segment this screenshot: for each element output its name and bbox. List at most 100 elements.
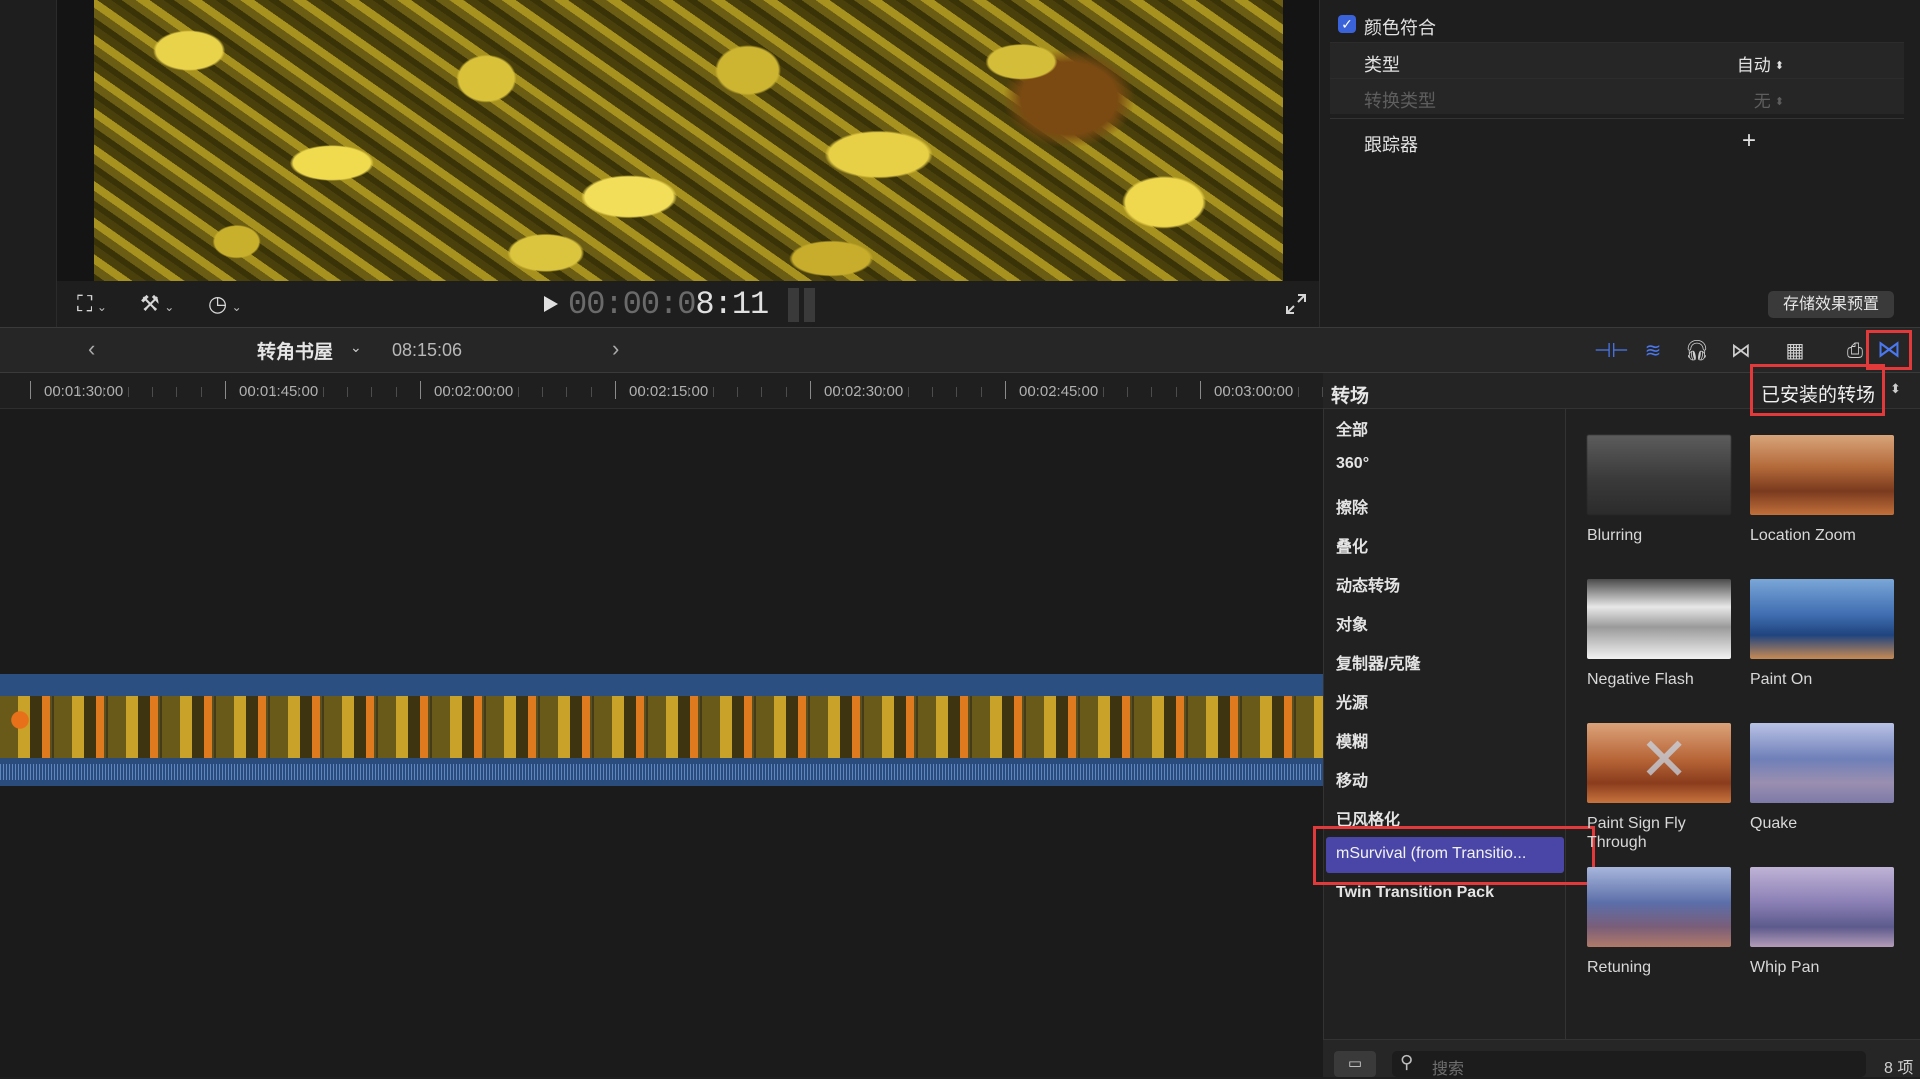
type-value: 自动 bbox=[1736, 56, 1771, 75]
ruler-minor-tick bbox=[517, 387, 519, 397]
clip-appearance-icon[interactable]: ⊣⊢ bbox=[1594, 337, 1629, 365]
audio-waveform-icon[interactable]: ≋ bbox=[1638, 337, 1668, 365]
color-conform-row[interactable]: ✓ 颜色符合 bbox=[1330, 6, 1904, 42]
ruler-major-tick bbox=[810, 381, 811, 399]
video-clip-filmstrip[interactable] bbox=[0, 696, 1323, 758]
snapping-icon[interactable]: ⋈ bbox=[1726, 337, 1756, 365]
ruler-label: 00:02:45:00 bbox=[1019, 383, 1099, 400]
ruler-minor-tick bbox=[1175, 387, 1177, 397]
timeline-forward-button[interactable]: › bbox=[612, 336, 619, 362]
bowtie-icon: ⋈ bbox=[1877, 336, 1901, 363]
category-item[interactable]: Twin Transition Pack bbox=[1336, 884, 1494, 902]
category-item[interactable]: 全部 bbox=[1336, 416, 1368, 440]
expand-icon bbox=[1286, 294, 1306, 314]
add-tracker-button[interactable]: + bbox=[1742, 127, 1756, 155]
ruler-minor-tick bbox=[346, 387, 348, 397]
ruler-label: 00:01:45:00 bbox=[239, 383, 319, 400]
effects-browser-icon[interactable]: ▦ bbox=[1780, 337, 1810, 365]
ruler-minor-tick bbox=[1297, 387, 1299, 397]
timecode-display[interactable]: 00:00:08:11 bbox=[568, 284, 769, 326]
category-item[interactable]: 叠化 bbox=[1336, 533, 1368, 557]
transition-thumbnail-whip-pan[interactable] bbox=[1750, 867, 1894, 947]
transition-label: Paint Sign Fly Through bbox=[1587, 815, 1686, 851]
ruler-major-tick bbox=[615, 381, 616, 399]
type-row: 类型 自动 ⬍ bbox=[1330, 42, 1904, 78]
color-conform-label: 颜色符合 bbox=[1364, 18, 1436, 38]
play-button[interactable] bbox=[541, 293, 561, 315]
transition-thumbnail-blurring[interactable] bbox=[1587, 435, 1731, 515]
category-item[interactable]: 360° bbox=[1336, 455, 1369, 473]
ruler-minor-tick bbox=[566, 387, 568, 397]
ruler-minor-tick bbox=[1126, 387, 1128, 397]
transition-label: Paint On bbox=[1750, 671, 1813, 688]
ruler-major-tick bbox=[420, 381, 421, 399]
transition-label: Location Zoom bbox=[1750, 527, 1856, 544]
conversion-type-value: 无 bbox=[1753, 92, 1771, 111]
category-item[interactable]: 复制器/克隆 bbox=[1336, 650, 1420, 674]
timecode-bright: 8:11 bbox=[695, 286, 769, 323]
ruler-minor-tick bbox=[956, 387, 958, 397]
chevron-down-icon[interactable]: ⌄ bbox=[350, 339, 362, 356]
retime-tool[interactable]: ◷ ⌄ bbox=[208, 281, 242, 330]
chevron-down-icon: ⌄ bbox=[164, 300, 175, 314]
ruler-major-tick bbox=[225, 381, 226, 399]
clip-audio-waveform[interactable] bbox=[0, 758, 1323, 786]
enhance-tool[interactable]: ⚒ ⌄ bbox=[140, 281, 174, 330]
ruler-minor-tick bbox=[712, 387, 714, 397]
type-popup[interactable]: 自动 ⬍ bbox=[1737, 51, 1784, 76]
ruler-minor-tick bbox=[1102, 387, 1104, 397]
sidebar-toggle-button[interactable]: ▭ bbox=[1334, 1051, 1376, 1077]
transition-thumbnail-negative-flash[interactable] bbox=[1587, 579, 1731, 659]
transition-label: Whip Pan bbox=[1750, 959, 1820, 976]
video-frame bbox=[94, 0, 1283, 281]
color-conform-checkbox[interactable]: ✓ bbox=[1338, 15, 1356, 33]
stepper-icon[interactable]: ⬍ bbox=[1890, 381, 1901, 397]
transition-thumbnail-paint-sign-fly-through[interactable]: ✕ bbox=[1587, 723, 1731, 803]
transition-label: Retuning bbox=[1587, 959, 1652, 976]
timeline-ruler[interactable]: 00:01:30:00 00:01:45:00 00:02:00:00 00:0… bbox=[0, 373, 1323, 409]
timeline-back-button[interactable]: ‹ bbox=[88, 336, 95, 362]
audio-meter bbox=[788, 288, 820, 322]
ruler-label: 00:01:30:00 bbox=[44, 383, 124, 400]
category-item[interactable]: 擦除 bbox=[1336, 494, 1368, 518]
ruler-minor-tick bbox=[395, 387, 397, 397]
installed-transitions-label[interactable]: 已安装的转场 bbox=[1761, 380, 1875, 407]
category-item[interactable]: 移动 bbox=[1336, 767, 1368, 791]
transition-thumbnail-quake[interactable] bbox=[1750, 723, 1894, 803]
ruler-minor-tick bbox=[200, 387, 202, 397]
ruler-minor-tick bbox=[322, 387, 324, 397]
category-item[interactable]: 光源 bbox=[1336, 689, 1368, 713]
transition-thumbnail-retuning[interactable] bbox=[1587, 867, 1731, 947]
save-effects-preset-button[interactable]: 存储效果预置 bbox=[1768, 291, 1894, 318]
fullscreen-button[interactable] bbox=[1284, 292, 1308, 316]
project-name[interactable]: 转角书屋 bbox=[257, 337, 333, 364]
ruler-minor-tick bbox=[127, 387, 129, 397]
category-item[interactable]: 模糊 bbox=[1336, 728, 1368, 752]
transition-thumbnail-paint-on[interactable] bbox=[1750, 579, 1894, 659]
project-duration: 08:15:06 bbox=[392, 340, 463, 360]
speed-icon: ◷ bbox=[208, 291, 228, 316]
ruler-minor-tick bbox=[761, 387, 763, 397]
ruler-minor-tick bbox=[1151, 387, 1153, 397]
ruler-minor-tick bbox=[590, 387, 592, 397]
category-item[interactable]: 动态转场 bbox=[1336, 572, 1400, 596]
ruler-major-tick bbox=[30, 381, 31, 399]
sidebar-icon: ▭ bbox=[1347, 1055, 1363, 1072]
magic-wand-icon: ⚒ bbox=[140, 291, 160, 316]
ruler-minor-tick bbox=[931, 387, 933, 397]
tracker-row: 跟踪器 + bbox=[1330, 123, 1904, 159]
transform-tool[interactable]: ⛶ ⌄ bbox=[77, 281, 107, 330]
tracker-label: 跟踪器 bbox=[1364, 135, 1418, 155]
clip-title-bar[interactable] bbox=[0, 674, 1323, 696]
transition-label: Blurring bbox=[1587, 527, 1643, 544]
conversion-type-row: 转换类型 无 ⬍ bbox=[1330, 78, 1904, 114]
chevron-down-icon: ⌄ bbox=[231, 300, 242, 314]
stepper-icon: ⬍ bbox=[1774, 96, 1784, 108]
headphones-icon[interactable]: 🎧︎ bbox=[1682, 337, 1712, 365]
transition-thumbnail-location-zoom[interactable] bbox=[1750, 435, 1894, 515]
transition-label: Quake bbox=[1750, 815, 1798, 832]
ruler-minor-tick bbox=[176, 387, 178, 397]
browser-title: 转场 bbox=[1331, 386, 1370, 407]
category-item[interactable]: 对象 bbox=[1336, 611, 1368, 635]
transition-label: Negative Flash bbox=[1587, 671, 1694, 688]
